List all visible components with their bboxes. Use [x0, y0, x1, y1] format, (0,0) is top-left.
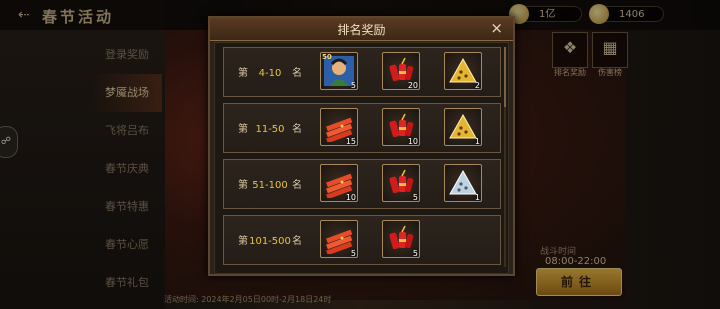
rank-range-label: 第 11-50 名	[238, 120, 302, 135]
reward-count: 20	[407, 81, 418, 90]
rank-suffix: 名	[292, 68, 302, 79]
reward-item-silver-pyramid[interactable]: 1	[444, 164, 482, 202]
reward-count: 1	[474, 137, 480, 146]
reward-count: 15	[345, 137, 356, 146]
rank-suffix: 名	[292, 124, 302, 135]
reward-row: 第 51-100 名 10 5 1	[223, 159, 501, 209]
rank-prefix: 第	[238, 124, 248, 135]
rank-range-label: 第101-500名	[238, 232, 302, 247]
modal-header: 排名奖励 ×	[210, 18, 513, 41]
reward-item-red-envelope[interactable]: 15	[320, 108, 358, 146]
fragment-tag: 50	[322, 53, 332, 61]
reward-count: 5	[350, 81, 356, 90]
reward-count: 10	[407, 137, 418, 146]
close-icon[interactable]: ×	[490, 19, 503, 37]
rank-range: 51-100	[252, 180, 288, 191]
reward-item-gold-pyramid[interactable]: 1	[444, 108, 482, 146]
modal-title: 排名奖励	[337, 23, 386, 37]
rank-reward-modal: 排名奖励 × 第 4-10 名 50 5 20 2 第 11-50 名 15 10 1 第 51-100 名 1…	[208, 16, 515, 276]
reward-count: 10	[345, 193, 356, 202]
reward-count: 2	[474, 81, 480, 90]
reward-item-firecracker[interactable]: 20	[382, 52, 420, 90]
rank-prefix: 第	[238, 68, 248, 79]
rank-range-label: 第 51-100 名	[238, 176, 302, 191]
reward-list[interactable]: 第 4-10 名 50 5 20 2 第 11-50 名 15 10 1 第 51-100 名 10 5 1 第101…	[214, 42, 509, 274]
reward-row: 第 4-10 名 50 5 20 2	[223, 47, 501, 97]
reward-count: 5	[412, 249, 418, 258]
rank-range: 101-500	[249, 236, 291, 247]
reward-item-firecracker[interactable]: 5	[382, 164, 420, 202]
scrollbar[interactable]	[504, 47, 506, 267]
reward-item-hero-fragment[interactable]: 50 5	[320, 52, 358, 90]
reward-item-red-envelope[interactable]: 5	[320, 220, 358, 258]
reward-item-firecracker[interactable]: 5	[382, 220, 420, 258]
reward-row: 第 11-50 名 15 10 1	[223, 103, 501, 153]
reward-item-red-envelope[interactable]: 10	[320, 164, 358, 202]
reward-count: 5	[412, 193, 418, 202]
rank-suffix: 名	[292, 180, 302, 191]
reward-count: 1	[474, 193, 480, 202]
rank-range: 11-50	[255, 124, 285, 135]
rank-prefix: 第	[238, 180, 248, 191]
rank-suffix: 名	[292, 236, 302, 247]
rank-range-label: 第 4-10 名	[238, 64, 302, 79]
reward-item-gold-pyramid[interactable]: 2	[444, 52, 482, 90]
scroll-thumb[interactable]	[504, 47, 506, 107]
rank-range: 4-10	[258, 68, 282, 79]
rank-prefix: 第	[238, 236, 248, 247]
reward-count: 5	[350, 249, 356, 258]
reward-item-firecracker[interactable]: 10	[382, 108, 420, 146]
reward-row: 第101-500名 5 5	[223, 215, 501, 265]
